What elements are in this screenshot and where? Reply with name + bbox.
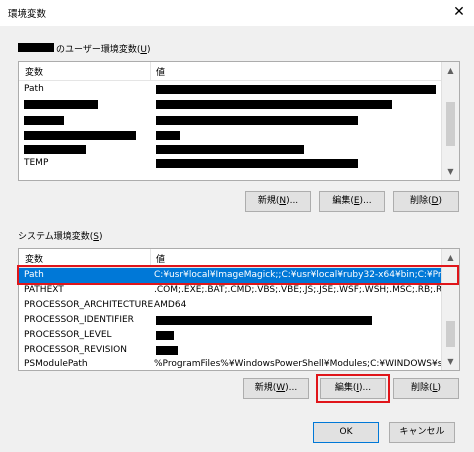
- variable-name: Path: [24, 84, 44, 94]
- list-item[interactable]: PROCESSOR_ARCHITECTURE AMD64: [19, 298, 442, 313]
- list-item[interactable]: Path: [19, 82, 442, 97]
- variable-name: TEMP: [24, 158, 49, 168]
- system-vars-label: システム環境変数(S): [18, 232, 103, 242]
- cancel-button[interactable]: キャンセル: [389, 422, 455, 443]
- user-variables-list[interactable]: 変数 値 Path TEMP ▲ ▼: [18, 61, 460, 181]
- redacted-value: [156, 131, 180, 140]
- variable-name: PSModulePath: [24, 359, 88, 369]
- scroll-down-icon[interactable]: ▼: [442, 163, 459, 180]
- variable-name: PROCESSOR_IDENTIFIER: [24, 315, 134, 325]
- list-item[interactable]: PROCESSOR_IDENTIFIER: [19, 313, 442, 328]
- variable-name: PATHEXT: [24, 285, 64, 295]
- redacted-username: [18, 43, 54, 52]
- scroll-up-icon[interactable]: ▲: [442, 249, 459, 266]
- redacted-value: [156, 159, 358, 168]
- list-item[interactable]: PROCESSOR_REVISION: [19, 343, 442, 358]
- system-new-button[interactable]: 新規(W)...: [243, 378, 309, 399]
- user-edit-button[interactable]: 編集(E)...: [319, 191, 385, 212]
- column-header-name[interactable]: 変数: [25, 65, 43, 78]
- redacted-value: [156, 85, 436, 94]
- scroll-down-icon[interactable]: ▼: [442, 353, 459, 370]
- list-item[interactable]: PROCESSOR_LEVEL: [19, 328, 442, 343]
- user-new-button[interactable]: 新規(N)...: [245, 191, 311, 212]
- list-item[interactable]: [19, 128, 442, 143]
- variable-value: .COM;.EXE;.BAT;.CMD;.VBS;.VBE;.JS;.JSE;.…: [154, 285, 458, 295]
- user-vars-label: のユーザー環境変数(U): [56, 45, 151, 55]
- selected-row-highlight: [17, 265, 459, 285]
- list-item[interactable]: PSModulePath %ProgramFiles%¥WindowsPower…: [19, 357, 459, 370]
- scroll-up-icon[interactable]: ▲: [442, 62, 459, 79]
- column-header-name[interactable]: 変数: [25, 252, 43, 265]
- column-header-value[interactable]: 値: [156, 252, 165, 265]
- list-item[interactable]: [19, 113, 442, 128]
- list-header: 変数 値: [19, 62, 442, 81]
- variable-value: %ProgramFiles%¥WindowsPowerShell¥Modules…: [154, 359, 460, 369]
- redacted-value: [156, 145, 304, 154]
- edit-button-highlight: [316, 374, 390, 403]
- scroll-thumb[interactable]: [446, 102, 455, 146]
- redacted-value: [156, 100, 392, 109]
- close-icon[interactable]: ✕: [449, 2, 469, 22]
- redacted-value: [156, 116, 358, 125]
- variable-name: PROCESSOR_ARCHITECTURE: [24, 300, 154, 310]
- window-title: 環境変数: [8, 9, 47, 20]
- list-item[interactable]: TEMP: [19, 156, 442, 171]
- column-header-value[interactable]: 値: [156, 65, 165, 78]
- redacted-value: [156, 331, 174, 340]
- redacted-name: [24, 145, 86, 154]
- redacted-name: [24, 100, 98, 109]
- redacted-value: [156, 346, 178, 355]
- system-delete-button[interactable]: 削除(L): [393, 378, 459, 399]
- list-item[interactable]: [19, 97, 442, 112]
- redacted-name: [24, 116, 64, 125]
- list-item[interactable]: [19, 142, 442, 157]
- scroll-thumb[interactable]: [446, 321, 455, 347]
- title-bar: 環境変数 ✕: [0, 0, 474, 26]
- vertical-scrollbar[interactable]: ▲ ▼: [441, 62, 459, 180]
- user-delete-button[interactable]: 削除(D): [393, 191, 459, 212]
- redacted-name: [24, 131, 136, 140]
- variable-name: PROCESSOR_REVISION: [24, 345, 127, 355]
- list-item[interactable]: PATHEXT .COM;.EXE;.BAT;.CMD;.VBS;.VBE;.J…: [19, 283, 457, 298]
- ok-button[interactable]: OK: [313, 422, 379, 443]
- variable-name: PROCESSOR_LEVEL: [24, 330, 112, 340]
- variable-value: AMD64: [154, 300, 187, 310]
- redacted-value: [156, 316, 372, 325]
